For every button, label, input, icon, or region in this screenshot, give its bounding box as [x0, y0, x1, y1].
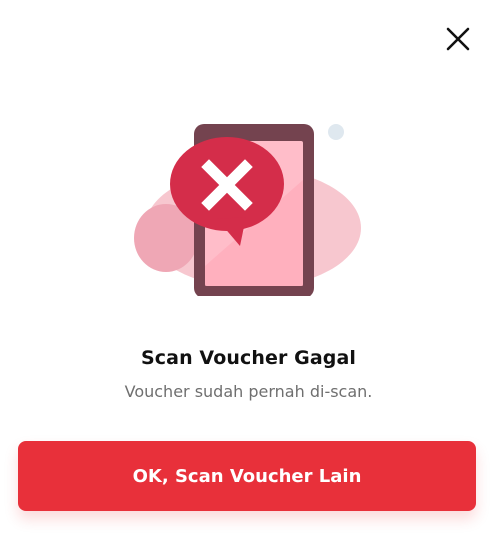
dialog-message: Voucher sudah pernah di-scan.	[124, 382, 373, 401]
scan-another-voucher-label: OK, Scan Voucher Lain	[132, 465, 362, 487]
scan-another-voucher-button[interactable]: OK, Scan Voucher Lain	[18, 441, 476, 511]
scan-voucher-failed-dialog: Scan Voucher Gagal Voucher sudah pernah …	[0, 0, 497, 543]
scan-failed-illustration	[134, 124, 361, 296]
dialog-title: Scan Voucher Gagal	[141, 347, 356, 369]
close-button[interactable]	[441, 22, 475, 56]
close-icon	[446, 27, 470, 51]
